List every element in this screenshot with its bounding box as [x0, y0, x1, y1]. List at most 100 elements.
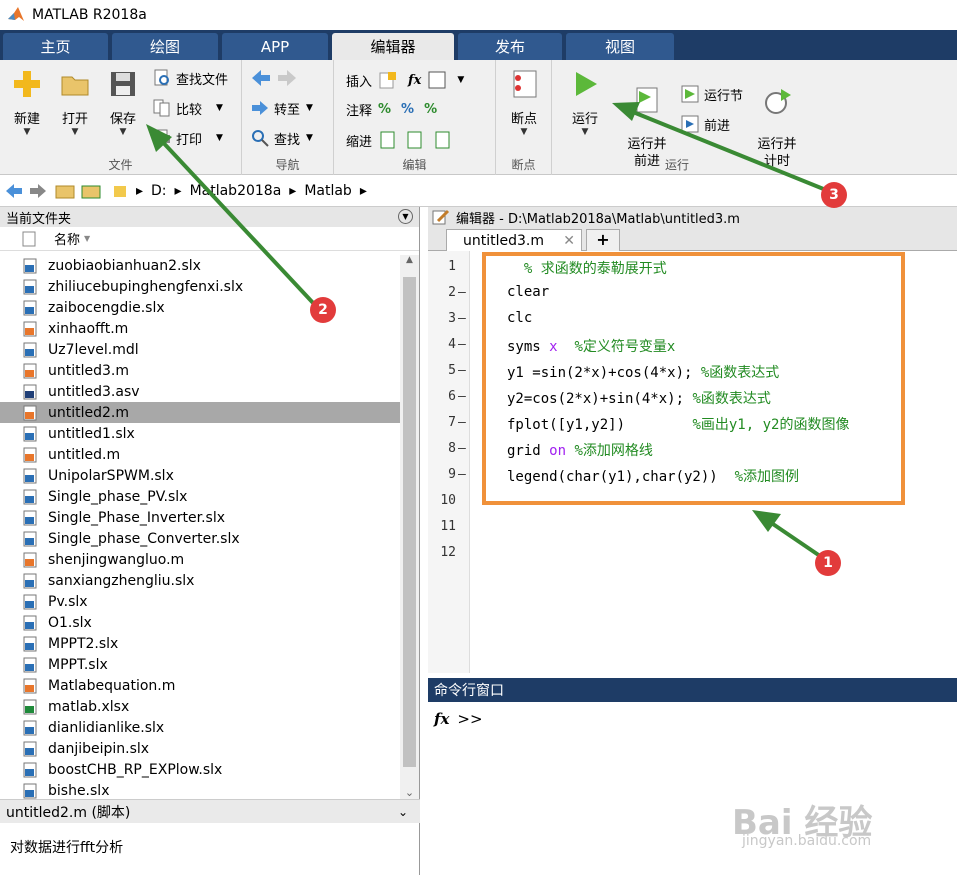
file-name: xinhaofft.m	[48, 320, 129, 337]
goto-button[interactable]: 转至 ▼	[250, 98, 313, 118]
forward-icon[interactable]	[28, 182, 48, 200]
file-item[interactable]: Single_phase_PV.slx	[0, 486, 400, 507]
file-item[interactable]: untitled.m	[0, 444, 400, 465]
m-file-icon	[23, 363, 37, 378]
back-forward-buttons[interactable]	[250, 68, 302, 88]
panel-menu-icon[interactable]: ▼	[398, 209, 413, 224]
run-button[interactable]: 运行 ▼	[562, 68, 608, 137]
name-column-header[interactable]: 名称 ▼	[0, 227, 419, 251]
run-section-button[interactable]: 运行节	[680, 84, 743, 104]
printer-icon	[154, 129, 170, 143]
scroll-up-icon[interactable]: ▲	[400, 255, 419, 265]
nav-group: 转至 ▼ 查找 ▼ 导航	[242, 60, 334, 175]
file-item[interactable]: Pv.slx	[0, 591, 400, 612]
compare-icon	[153, 99, 170, 117]
new-tab-button[interactable]: +	[586, 229, 620, 251]
decrease-indent-icon	[435, 131, 450, 149]
file-item[interactable]: dianlidianlike.slx	[0, 717, 400, 738]
file-item[interactable]: MPPT2.slx	[0, 633, 400, 654]
print-button[interactable]: 打印 ▼	[152, 128, 223, 148]
slx-file-icon	[23, 426, 37, 441]
compare-button[interactable]: 比较 ▼	[152, 98, 223, 118]
save-button[interactable]: 保存 ▼	[100, 68, 146, 137]
file-name: MPPT.slx	[48, 656, 108, 673]
highlight-box	[482, 252, 905, 505]
file-item[interactable]: bishe.slx	[0, 780, 400, 799]
file-name: untitled3.asv	[48, 383, 140, 400]
tab-home[interactable]: 主页	[3, 33, 108, 60]
tab-view[interactable]: 视图	[566, 33, 674, 60]
close-icon[interactable]: ✕	[563, 233, 575, 249]
file-item[interactable]: zuobiaobianhuan2.slx	[0, 255, 400, 276]
insert-function-icon	[428, 71, 446, 89]
file-item[interactable]: boostCHB_RP_EXPlow.slx	[0, 759, 400, 780]
file-item[interactable]: MPPT.slx	[0, 654, 400, 675]
editor-tab-untitled3[interactable]: untitled3.m ✕	[446, 229, 582, 251]
file-type-column-icon	[22, 231, 36, 247]
uncomment-icon: %	[401, 102, 415, 117]
comment-row[interactable]: 注释 % % %	[346, 100, 437, 119]
editor-tabs: untitled3.m ✕ +	[428, 227, 957, 251]
file-name: O1.slx	[48, 614, 92, 631]
file-item[interactable]: danjibeipin.slx	[0, 738, 400, 759]
file-item[interactable]: shenjingwangluo.m	[0, 549, 400, 570]
m-file-icon	[23, 447, 37, 462]
file-list: zuobiaobianhuan2.slx zhiliucebupinghengfe…	[0, 255, 400, 799]
address-bar: ▸ D: ▸ Matlab2018a ▸ Matlab ▸	[0, 175, 957, 207]
fx-icon[interactable]: fx	[434, 710, 449, 728]
file-name: Pv.slx	[48, 593, 88, 610]
chevron-down-icon[interactable]: ⌄	[398, 805, 408, 819]
file-item[interactable]: Single_Phase_Inverter.slx	[0, 507, 400, 528]
advance-button[interactable]: 前进	[680, 114, 730, 134]
run-advance-icon	[636, 87, 658, 113]
indent-row[interactable]: 缩进	[346, 130, 458, 150]
edit-group: 插入 fx ▼ 注释 % % % 缩进 编辑	[334, 60, 496, 175]
file-name: UnipolarSPWM.slx	[48, 467, 174, 484]
breakpoints-button[interactable]: 断点 ▼	[501, 68, 547, 137]
file-item[interactable]: Uz7level.mdl	[0, 339, 400, 360]
details-header[interactable]: untitled2.m (脚本) ⌄	[0, 799, 420, 823]
browse-folder-icon[interactable]	[80, 182, 102, 200]
slx-file-icon	[23, 468, 37, 483]
file-item[interactable]: zhiliucebupinghengfenxi.slx	[0, 276, 400, 297]
file-item[interactable]: Single_phase_Converter.slx	[0, 528, 400, 549]
find-button[interactable]: 查找 ▼	[250, 128, 313, 148]
file-item[interactable]: sanxiangzhengliu.slx	[0, 570, 400, 591]
up-folder-icon[interactable]	[54, 182, 76, 200]
asv-file-icon	[23, 384, 37, 399]
folder-icon	[114, 185, 126, 197]
back-icon[interactable]	[4, 182, 24, 200]
file-item[interactable]: untitled3.m	[0, 360, 400, 381]
file-item[interactable]: untitled1.slx	[0, 423, 400, 444]
scroll-down-icon[interactable]: ⌄	[400, 786, 419, 799]
path-segment[interactable]: Matlab	[304, 183, 352, 199]
open-button[interactable]: 打开 ▼	[52, 68, 98, 137]
slx-file-icon	[23, 531, 37, 546]
annotation-badge-3: 3	[821, 182, 847, 208]
file-item[interactable]: UnipolarSPWM.slx	[0, 465, 400, 486]
file-name: zuobiaobianhuan2.slx	[48, 257, 201, 274]
command-prompt[interactable]: fx >>	[434, 710, 483, 728]
file-item[interactable]: untitled3.asv	[0, 381, 400, 402]
tab-editor[interactable]: 编辑器	[332, 33, 454, 60]
file-item[interactable]: zaibocengdie.slx	[0, 297, 400, 318]
scroll-thumb[interactable]	[403, 277, 416, 767]
file-item[interactable]: untitled2.m	[0, 402, 400, 423]
mdl-file-icon	[23, 342, 37, 357]
tab-publish[interactable]: 发布	[458, 33, 562, 60]
path-segment[interactable]: Matlab2018a	[190, 183, 282, 199]
file-item[interactable]: matlab.xlsx	[0, 696, 400, 717]
run-play-icon	[576, 72, 597, 96]
tab-apps[interactable]: APP	[222, 33, 328, 60]
insert-row[interactable]: 插入 fx ▼	[346, 70, 464, 90]
file-item[interactable]: xinhaofft.m	[0, 318, 400, 339]
new-button[interactable]: 新建 ▼	[4, 68, 50, 137]
tab-plots[interactable]: 绘图	[112, 33, 218, 60]
save-icon	[111, 72, 135, 96]
file-item[interactable]: Matlabequation.m	[0, 675, 400, 696]
breakpoints-icon	[513, 70, 537, 98]
find-files-button[interactable]: 查找文件	[152, 68, 228, 88]
file-item[interactable]: O1.slx	[0, 612, 400, 633]
vertical-scrollbar[interactable]: ▲ ⌄	[400, 255, 419, 799]
path-segment[interactable]: D:	[151, 183, 167, 199]
